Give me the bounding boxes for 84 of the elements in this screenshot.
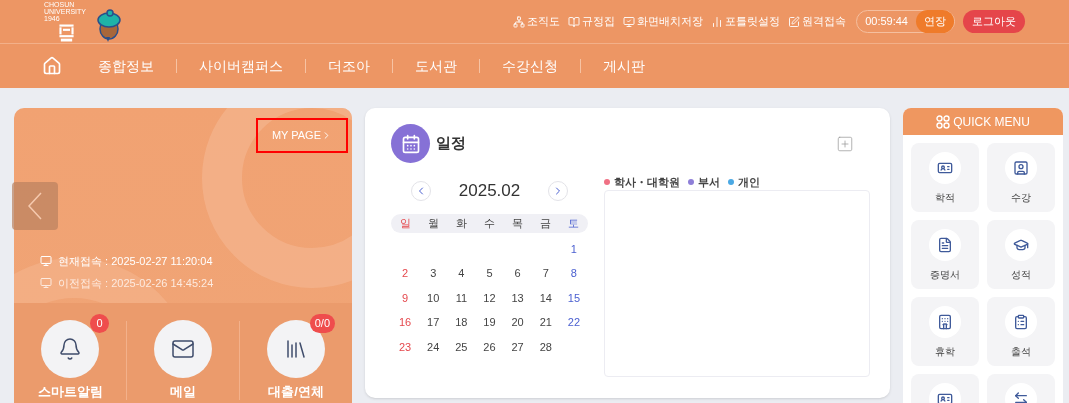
id-card-icon <box>937 391 953 403</box>
quick-menu-item[interactable]: 학적 <box>911 143 979 212</box>
quick-menu-item[interactable]: 출석 <box>987 297 1055 366</box>
clipboard-icon <box>1013 314 1029 330</box>
count-badge: 0/0 <box>309 314 335 333</box>
calendar-day[interactable]: 9 <box>391 289 420 306</box>
calendar-day[interactable]: 12 <box>475 289 504 306</box>
calendar-day[interactable]: 27 <box>503 338 532 355</box>
home-icon[interactable] <box>42 56 62 76</box>
university-logo-icon <box>58 22 75 43</box>
calendar-day[interactable]: 13 <box>503 289 532 306</box>
weekday-label: 목 <box>511 215 525 231</box>
quick-menu-item[interactable]: 성적 <box>987 220 1055 289</box>
calendar-day[interactable]: 14 <box>531 289 560 306</box>
edit-icon <box>788 15 801 28</box>
logout-button[interactable]: 로그아웃 <box>963 10 1025 33</box>
calendar-day[interactable]: 23 <box>391 338 420 355</box>
legend-label: 개인 <box>738 174 760 190</box>
session-time: 00:59:44 <box>864 14 909 30</box>
shortcut-label: 대출/연체 <box>268 383 324 401</box>
id-card-icon <box>937 160 953 176</box>
books-icon <box>284 337 308 361</box>
count-badge: 0 <box>90 314 109 333</box>
user-icon <box>1013 160 1029 176</box>
shortcut-button[interactable] <box>154 320 212 378</box>
calendar-day[interactable]: 4 <box>447 265 476 282</box>
document-icon <box>937 237 953 253</box>
bar-chart-icon <box>711 15 724 28</box>
monitor-icon <box>40 254 52 267</box>
book-icon <box>568 15 581 28</box>
calendar-day[interactable]: 11 <box>447 289 476 306</box>
legend-label: 학사・대학원 <box>614 174 680 190</box>
building-icon <box>937 314 953 330</box>
hierarchy-icon <box>513 15 526 28</box>
monitor-icon <box>40 277 52 290</box>
calendar-day[interactable]: 21 <box>531 314 560 331</box>
graduation-cap-icon <box>1013 237 1029 253</box>
shortcut-label: 메일 <box>170 383 196 401</box>
weekday-label: 일 <box>398 215 412 231</box>
calendar-day[interactable]: 2 <box>391 265 420 282</box>
calendar-day[interactable]: 5 <box>475 265 504 282</box>
add-icon[interactable] <box>836 134 854 153</box>
calendar-day[interactable]: 25 <box>447 338 476 355</box>
calendar-day[interactable]: 15 <box>559 289 588 306</box>
calendar-day[interactable]: 26 <box>475 338 504 355</box>
calendar-day[interactable]: 6 <box>503 265 532 282</box>
calendar-day[interactable]: 22 <box>559 314 588 331</box>
weekday-label: 월 <box>426 215 440 231</box>
weekday-label: 금 <box>539 215 553 231</box>
mail-icon <box>171 337 195 361</box>
calendar-day[interactable]: 28 <box>531 338 560 355</box>
weekday-label: 화 <box>454 215 468 231</box>
calendar-day[interactable]: 16 <box>391 314 420 331</box>
access-time: 현재접속 : 2025-02-27 11:20:04 <box>58 253 213 269</box>
transfer-icon <box>1013 391 1029 403</box>
quick-menu-item[interactable]: 휴학 <box>911 297 979 366</box>
card-title: 일정 <box>436 133 466 154</box>
calendar-day[interactable]: 1 <box>559 240 588 257</box>
month-label: 2025.02 <box>458 180 521 202</box>
calendar-day[interactable]: 19 <box>475 314 504 331</box>
calendar-day[interactable]: 10 <box>419 289 448 306</box>
mascot-icon <box>96 8 122 43</box>
quick-menu-title: QUICK MENU <box>953 113 1030 131</box>
calendar-day[interactable]: 8 <box>559 265 588 282</box>
chevron-left-icon <box>28 192 42 220</box>
calendar-day[interactable]: 3 <box>419 265 448 282</box>
calendar-day[interactable]: 20 <box>503 314 532 331</box>
shortcut-label: 스마트알림 <box>37 383 103 401</box>
legend-label: 부서 <box>698 174 720 190</box>
weekday-label: 수 <box>483 215 496 231</box>
bell-icon <box>58 337 82 361</box>
previous-slide-button[interactable] <box>12 182 58 230</box>
grid-icon <box>936 114 951 129</box>
calendar-day[interactable]: 17 <box>419 314 448 331</box>
weekday-label: 토 <box>567 215 581 231</box>
quick-menu-item[interactable]: 증명서 <box>911 220 979 289</box>
calendar-day[interactable]: 7 <box>531 265 560 282</box>
calendar-icon <box>400 133 421 154</box>
access-time: 이전접속 : 2025-02-26 14:45:24 <box>58 276 214 291</box>
calendar-day[interactable]: 18 <box>447 314 476 331</box>
calendar-day[interactable]: 24 <box>419 338 448 355</box>
monitor-check-icon <box>623 15 636 28</box>
shortcut-button[interactable] <box>41 320 99 378</box>
quick-menu-item[interactable]: 수강 <box>987 143 1055 212</box>
